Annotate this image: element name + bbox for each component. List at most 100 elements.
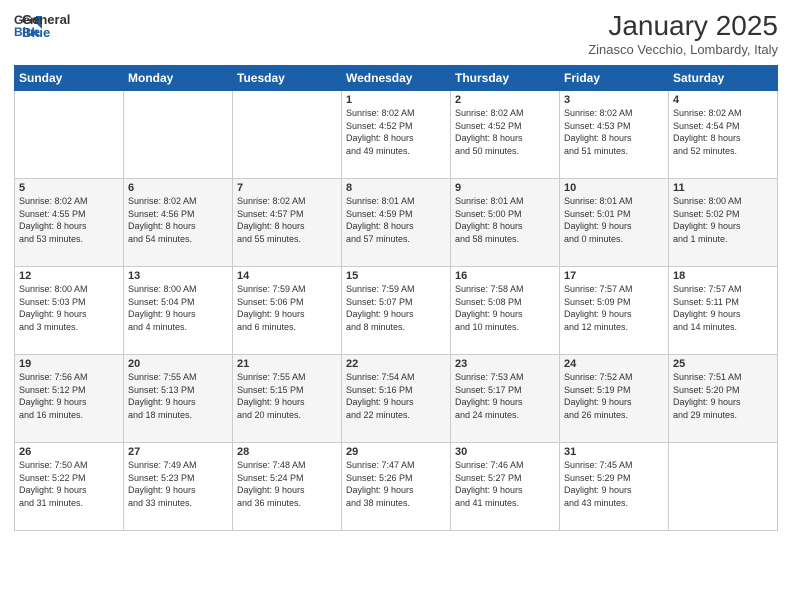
- day-number: 1: [346, 94, 446, 106]
- calendar-cell: 13Sunrise: 8:00 AM Sunset: 5:04 PM Dayli…: [124, 267, 233, 355]
- logo-blue: Blue: [22, 25, 70, 40]
- calendar-week-row: 19Sunrise: 7:56 AM Sunset: 5:12 PM Dayli…: [15, 355, 778, 443]
- calendar-cell: [233, 91, 342, 179]
- calendar-cell: 24Sunrise: 7:52 AM Sunset: 5:19 PM Dayli…: [560, 355, 669, 443]
- day-number: 5: [19, 182, 119, 194]
- calendar-week-row: 1Sunrise: 8:02 AM Sunset: 4:52 PM Daylig…: [15, 91, 778, 179]
- calendar-cell: 11Sunrise: 8:00 AM Sunset: 5:02 PM Dayli…: [669, 179, 778, 267]
- day-info: Sunrise: 7:55 AM Sunset: 5:13 PM Dayligh…: [128, 371, 228, 421]
- day-info: Sunrise: 8:02 AM Sunset: 4:56 PM Dayligh…: [128, 195, 228, 245]
- calendar-cell: 6Sunrise: 8:02 AM Sunset: 4:56 PM Daylig…: [124, 179, 233, 267]
- weekday-header-wednesday: Wednesday: [342, 66, 451, 91]
- calendar-cell: 15Sunrise: 7:59 AM Sunset: 5:07 PM Dayli…: [342, 267, 451, 355]
- day-number: 20: [128, 358, 228, 370]
- day-info: Sunrise: 7:55 AM Sunset: 5:15 PM Dayligh…: [237, 371, 337, 421]
- day-info: Sunrise: 7:52 AM Sunset: 5:19 PM Dayligh…: [564, 371, 664, 421]
- day-number: 18: [673, 270, 773, 282]
- weekday-header-thursday: Thursday: [451, 66, 560, 91]
- calendar-cell: 16Sunrise: 7:58 AM Sunset: 5:08 PM Dayli…: [451, 267, 560, 355]
- calendar-table: SundayMondayTuesdayWednesdayThursdayFrid…: [14, 65, 778, 531]
- day-info: Sunrise: 7:49 AM Sunset: 5:23 PM Dayligh…: [128, 459, 228, 509]
- calendar-cell: 26Sunrise: 7:50 AM Sunset: 5:22 PM Dayli…: [15, 443, 124, 531]
- day-number: 26: [19, 446, 119, 458]
- calendar-cell: 4Sunrise: 8:02 AM Sunset: 4:54 PM Daylig…: [669, 91, 778, 179]
- day-number: 12: [19, 270, 119, 282]
- day-number: 14: [237, 270, 337, 282]
- day-number: 2: [455, 94, 555, 106]
- calendar-cell: [124, 91, 233, 179]
- calendar-cell: 3Sunrise: 8:02 AM Sunset: 4:53 PM Daylig…: [560, 91, 669, 179]
- day-number: 13: [128, 270, 228, 282]
- page: General Blue General Blue January 2025 Z…: [0, 0, 792, 612]
- day-info: Sunrise: 7:47 AM Sunset: 5:26 PM Dayligh…: [346, 459, 446, 509]
- day-number: 9: [455, 182, 555, 194]
- day-number: 6: [128, 182, 228, 194]
- day-info: Sunrise: 7:57 AM Sunset: 5:09 PM Dayligh…: [564, 283, 664, 333]
- day-number: 11: [673, 182, 773, 194]
- day-number: 16: [455, 270, 555, 282]
- day-info: Sunrise: 8:02 AM Sunset: 4:52 PM Dayligh…: [346, 107, 446, 157]
- weekday-header-saturday: Saturday: [669, 66, 778, 91]
- calendar-header-row: SundayMondayTuesdayWednesdayThursdayFrid…: [15, 66, 778, 91]
- calendar-cell: 9Sunrise: 8:01 AM Sunset: 5:00 PM Daylig…: [451, 179, 560, 267]
- day-number: 4: [673, 94, 773, 106]
- day-info: Sunrise: 7:50 AM Sunset: 5:22 PM Dayligh…: [19, 459, 119, 509]
- day-number: 8: [346, 182, 446, 194]
- calendar-cell: 20Sunrise: 7:55 AM Sunset: 5:13 PM Dayli…: [124, 355, 233, 443]
- day-number: 31: [564, 446, 664, 458]
- day-info: Sunrise: 8:01 AM Sunset: 5:00 PM Dayligh…: [455, 195, 555, 245]
- calendar-week-row: 5Sunrise: 8:02 AM Sunset: 4:55 PM Daylig…: [15, 179, 778, 267]
- calendar-cell: 21Sunrise: 7:55 AM Sunset: 5:15 PM Dayli…: [233, 355, 342, 443]
- calendar-cell: [669, 443, 778, 531]
- day-info: Sunrise: 7:56 AM Sunset: 5:12 PM Dayligh…: [19, 371, 119, 421]
- title-block: January 2025 Zinasco Vecchio, Lombardy, …: [588, 10, 778, 57]
- day-number: 23: [455, 358, 555, 370]
- calendar-cell: 27Sunrise: 7:49 AM Sunset: 5:23 PM Dayli…: [124, 443, 233, 531]
- weekday-header-monday: Monday: [124, 66, 233, 91]
- calendar-cell: 18Sunrise: 7:57 AM Sunset: 5:11 PM Dayli…: [669, 267, 778, 355]
- calendar-week-row: 26Sunrise: 7:50 AM Sunset: 5:22 PM Dayli…: [15, 443, 778, 531]
- day-info: Sunrise: 7:48 AM Sunset: 5:24 PM Dayligh…: [237, 459, 337, 509]
- day-number: 21: [237, 358, 337, 370]
- logo: General Blue General Blue: [14, 10, 70, 40]
- calendar-cell: 28Sunrise: 7:48 AM Sunset: 5:24 PM Dayli…: [233, 443, 342, 531]
- day-number: 17: [564, 270, 664, 282]
- calendar-cell: 25Sunrise: 7:51 AM Sunset: 5:20 PM Dayli…: [669, 355, 778, 443]
- day-info: Sunrise: 8:01 AM Sunset: 4:59 PM Dayligh…: [346, 195, 446, 245]
- weekday-header-tuesday: Tuesday: [233, 66, 342, 91]
- day-info: Sunrise: 7:59 AM Sunset: 5:06 PM Dayligh…: [237, 283, 337, 333]
- weekday-header-friday: Friday: [560, 66, 669, 91]
- day-info: Sunrise: 7:46 AM Sunset: 5:27 PM Dayligh…: [455, 459, 555, 509]
- day-info: Sunrise: 8:02 AM Sunset: 4:54 PM Dayligh…: [673, 107, 773, 157]
- day-number: 19: [19, 358, 119, 370]
- day-number: 29: [346, 446, 446, 458]
- day-number: 24: [564, 358, 664, 370]
- day-info: Sunrise: 8:01 AM Sunset: 5:01 PM Dayligh…: [564, 195, 664, 245]
- calendar-cell: 31Sunrise: 7:45 AM Sunset: 5:29 PM Dayli…: [560, 443, 669, 531]
- day-number: 30: [455, 446, 555, 458]
- day-info: Sunrise: 7:53 AM Sunset: 5:17 PM Dayligh…: [455, 371, 555, 421]
- calendar-cell: 23Sunrise: 7:53 AM Sunset: 5:17 PM Dayli…: [451, 355, 560, 443]
- day-number: 27: [128, 446, 228, 458]
- calendar-cell: 14Sunrise: 7:59 AM Sunset: 5:06 PM Dayli…: [233, 267, 342, 355]
- day-info: Sunrise: 7:58 AM Sunset: 5:08 PM Dayligh…: [455, 283, 555, 333]
- calendar-cell: 30Sunrise: 7:46 AM Sunset: 5:27 PM Dayli…: [451, 443, 560, 531]
- calendar-cell: [15, 91, 124, 179]
- calendar-cell: 7Sunrise: 8:02 AM Sunset: 4:57 PM Daylig…: [233, 179, 342, 267]
- weekday-header-sunday: Sunday: [15, 66, 124, 91]
- calendar-cell: 22Sunrise: 7:54 AM Sunset: 5:16 PM Dayli…: [342, 355, 451, 443]
- day-number: 7: [237, 182, 337, 194]
- day-info: Sunrise: 8:00 AM Sunset: 5:04 PM Dayligh…: [128, 283, 228, 333]
- header: General Blue General Blue January 2025 Z…: [14, 10, 778, 57]
- day-info: Sunrise: 8:02 AM Sunset: 4:57 PM Dayligh…: [237, 195, 337, 245]
- calendar-cell: 12Sunrise: 8:00 AM Sunset: 5:03 PM Dayli…: [15, 267, 124, 355]
- calendar-cell: 17Sunrise: 7:57 AM Sunset: 5:09 PM Dayli…: [560, 267, 669, 355]
- day-info: Sunrise: 8:00 AM Sunset: 5:03 PM Dayligh…: [19, 283, 119, 333]
- day-number: 25: [673, 358, 773, 370]
- day-number: 22: [346, 358, 446, 370]
- calendar-cell: 10Sunrise: 8:01 AM Sunset: 5:01 PM Dayli…: [560, 179, 669, 267]
- calendar-cell: 5Sunrise: 8:02 AM Sunset: 4:55 PM Daylig…: [15, 179, 124, 267]
- day-number: 15: [346, 270, 446, 282]
- day-number: 3: [564, 94, 664, 106]
- day-info: Sunrise: 8:02 AM Sunset: 4:52 PM Dayligh…: [455, 107, 555, 157]
